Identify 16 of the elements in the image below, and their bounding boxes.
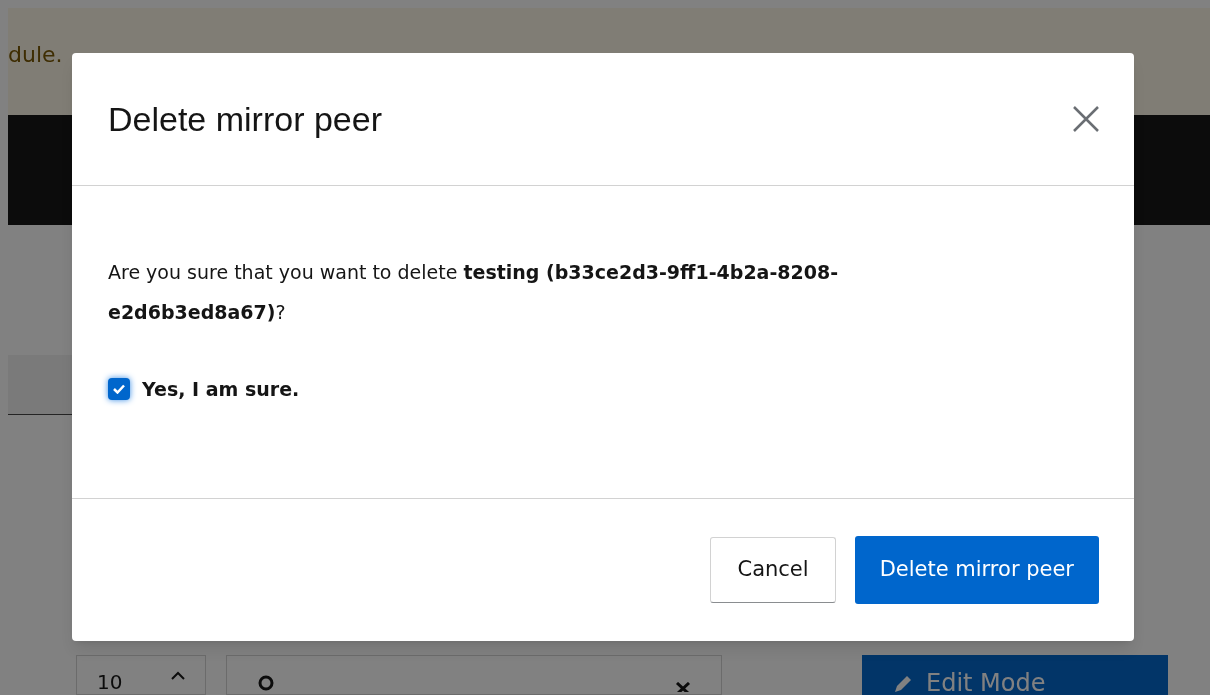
dialog-message: Are you sure that you want to delete testing (b33ce2d3-9ff1-4b2a-8208-e2d6b3ed8a67)? xyxy=(108,260,840,325)
check-icon xyxy=(113,384,125,395)
search-icon xyxy=(257,674,275,692)
alert-text: dule. xyxy=(8,42,63,67)
search-field[interactable] xyxy=(226,655,722,695)
close-icon xyxy=(675,682,691,692)
cancel-button[interactable]: Cancel xyxy=(710,537,836,603)
delete-button[interactable]: Delete mirror peer xyxy=(854,536,1099,604)
pencil-icon xyxy=(892,673,914,695)
per-page-field[interactable]: 10 xyxy=(76,655,206,695)
edit-mode-button[interactable]: Edit Mode xyxy=(862,655,1168,695)
confirm-checkbox[interactable] xyxy=(108,378,130,401)
dialog-title: Delete mirror peer xyxy=(108,98,382,140)
caret-up-icon xyxy=(171,670,185,680)
close-icon xyxy=(1072,105,1100,133)
confirm-label: Yes, I am sure. xyxy=(142,377,300,402)
